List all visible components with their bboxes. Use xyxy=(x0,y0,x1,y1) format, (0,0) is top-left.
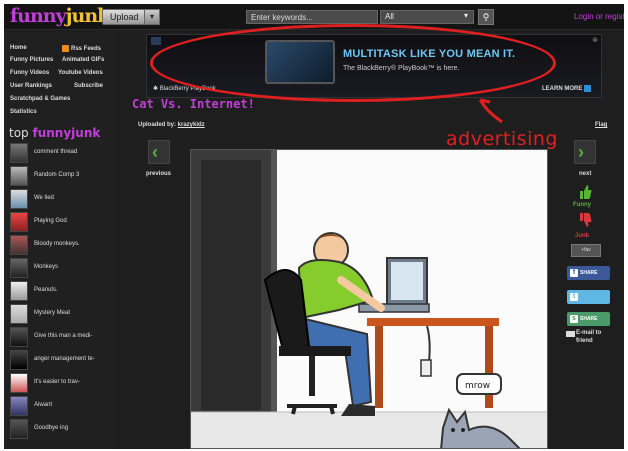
comic-illustration: mrow xyxy=(191,150,547,448)
junk-vote-label[interactable]: Junk xyxy=(575,233,589,239)
facebook-share-label: SHARE xyxy=(580,270,598,276)
annotation-label: advertising xyxy=(446,128,558,150)
previous-button[interactable]: ‹ xyxy=(148,140,170,164)
cat-speech: mrow xyxy=(465,381,490,391)
previous-label[interactable]: previous xyxy=(146,171,171,177)
facebook-icon: f xyxy=(570,269,578,277)
uploader-link[interactable]: krazykidz xyxy=(178,122,205,128)
stumble-share-button[interactable]: s SHARE xyxy=(567,312,610,326)
funny-vote-label[interactable]: Funny xyxy=(573,202,591,208)
page-frame: funnyjunk Upload ▾ All▾ ⚲ Login or regis… xyxy=(4,4,624,449)
uploaded-by-prefix: Uploaded by: xyxy=(138,122,178,128)
chevron-right-icon: › xyxy=(578,142,584,162)
twitter-icon: t xyxy=(570,293,578,301)
chevron-left-icon: ‹ xyxy=(152,142,158,162)
next-label[interactable]: next xyxy=(579,171,591,177)
thumbs-down-icon[interactable] xyxy=(578,212,592,228)
thumbs-up-icon[interactable] xyxy=(578,184,592,200)
favorite-button[interactable]: +fav xyxy=(571,244,601,257)
stumbleupon-icon: s xyxy=(570,315,578,323)
facebook-share-button[interactable]: f SHARE xyxy=(567,266,610,280)
flag-link[interactable]: Flag xyxy=(595,122,607,128)
twitter-share-button[interactable]: t xyxy=(567,290,610,304)
post-image: mrow xyxy=(190,149,548,449)
email-to-friend-link[interactable]: E-mail to friend xyxy=(576,329,610,345)
uploaded-by: Uploaded by: krazykidz xyxy=(138,122,205,128)
email-icon[interactable] xyxy=(566,331,575,337)
post-title: Cat Vs. Internet! xyxy=(132,97,255,111)
stumble-share-label: SHARE xyxy=(580,316,598,322)
next-button[interactable]: › xyxy=(574,140,596,164)
